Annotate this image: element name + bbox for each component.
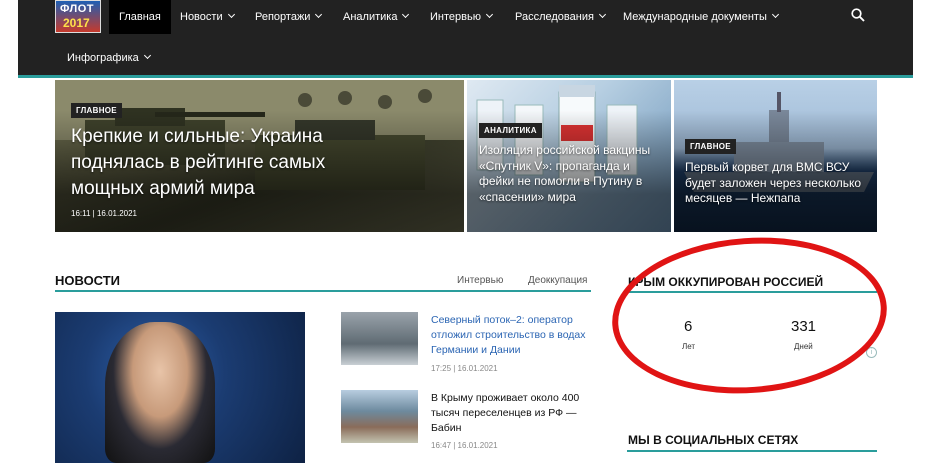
nav-label: Новости [180,11,223,23]
logo-text: ФЛОТ [60,3,94,15]
nav-label: Репортажи [255,11,311,23]
logo-year: 2017 [63,16,90,30]
category-tag[interactable]: ГЛАВНОЕ [685,139,736,154]
social-section-title: МЫ В СОЦИАЛЬНЫХ СЕТЯХ [628,433,799,447]
search-icon[interactable] [851,8,865,22]
chevron-down-icon [315,10,323,19]
nav-item-interview[interactable]: Интервью [430,0,494,34]
nav-item-reports[interactable]: Репортажи [255,0,323,34]
nav-item-international-docs[interactable]: Международные документы [623,0,779,34]
nav-item-investigations[interactable]: Расследования [515,0,606,34]
news-section-title: НОВОСТИ [55,273,121,288]
page: ФЛОТ 2017 Главная Новости Репортажи Анал… [0,0,939,463]
article-title[interactable]: Крепкие и сильные: Украина поднялась в р… [71,124,401,202]
article-meta: 16:11 | 16.01.2021 [71,209,137,218]
sidebar-divider [627,450,877,452]
nav-item-home[interactable]: Главная [109,0,171,34]
chevron-down-icon [402,10,410,19]
nav-label: Международные документы [623,11,767,23]
news-divider [55,290,591,292]
nav-label: Расследования [515,11,594,23]
tab-deoccupation[interactable]: Деоккупация [528,275,587,286]
news-title-crimea-settlers[interactable]: В Крыму проживает около 400 тысяч пересе… [431,391,596,436]
nav-item-infographics[interactable]: Инфографика [67,41,151,75]
chevron-down-icon [598,10,606,19]
site-logo[interactable]: ФЛОТ 2017 [55,0,101,33]
hero-article-corvette[interactable]: ГЛАВНОЕ Первый корвет для ВМС ВСУ будет … [674,80,877,232]
chevron-down-icon [771,10,779,19]
featured-news-person [105,322,215,463]
article-title[interactable]: Изоляция российской вакцины «Спутник V»:… [479,143,664,205]
nav-label: Инфографика [67,52,139,64]
red-annotation-circle [606,228,893,403]
news-meta: 16:47 | 16.01.2021 [431,441,498,450]
hero-article-army-ranking[interactable]: ГЛАВНОЕ Крепкие и сильные: Украина подня… [55,80,464,232]
chevron-down-icon [143,51,151,60]
nav-label: Интервью [430,11,481,23]
nav-label: Главная [119,11,161,23]
nav-accent-line [18,75,913,78]
chevron-down-icon [485,10,494,19]
nav-item-news[interactable]: Новости [180,0,235,34]
nav-item-analytics[interactable]: Аналитика [343,0,410,34]
category-tag[interactable]: АНАЛИТИКА [479,123,542,138]
tab-interview[interactable]: Интервью [457,275,503,286]
category-tag[interactable]: ГЛАВНОЕ [71,103,122,118]
image-shade [674,80,877,232]
hero-article-vaccine[interactable]: АНАЛИТИКА Изоляция российской вакцины «С… [467,80,671,232]
chevron-down-icon [227,10,235,19]
news-title-nord-stream[interactable]: Северный поток–2: оператор отложил строи… [431,313,596,358]
news-meta: 17:25 | 16.01.2021 [431,364,498,373]
nav-label: Аналитика [343,11,398,23]
article-title[interactable]: Первый корвет для ВМС ВСУ будет заложен … [685,160,870,207]
news-thumbnail-crimea[interactable] [341,390,418,443]
news-thumbnail-pipeline[interactable] [341,312,418,365]
